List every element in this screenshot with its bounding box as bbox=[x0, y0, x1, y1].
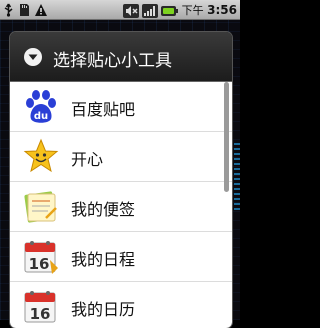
calendar-16-icon: 16 bbox=[22, 288, 60, 326]
list-item-my-notes[interactable]: 我的便签 bbox=[10, 182, 232, 232]
status-bar: 下午 3:56 bbox=[0, 0, 240, 20]
item-label: 我的便签 bbox=[71, 200, 136, 219]
widget-picker-dialog: 选择贴心小工具 du 百度贴吧 开心 我的便签 16 我的日程 16 我的日历 bbox=[10, 32, 232, 328]
chevron-down-circle-icon bbox=[23, 47, 43, 67]
list-scrollbar[interactable] bbox=[224, 82, 229, 192]
dialog-title: 选择贴心小工具 bbox=[53, 51, 172, 71]
item-label: 百度贴吧 bbox=[71, 100, 136, 119]
notification-icons bbox=[2, 2, 47, 17]
signal-icon bbox=[141, 3, 158, 18]
warning-icon bbox=[34, 2, 47, 16]
smiley-star-icon bbox=[22, 138, 60, 176]
item-label: 我的日程 bbox=[71, 250, 136, 269]
svg-text:16: 16 bbox=[29, 255, 50, 273]
usb-icon bbox=[2, 2, 15, 17]
item-label: 开心 bbox=[71, 150, 104, 169]
svg-text:du: du bbox=[34, 111, 48, 122]
system-icons: 下午 3:56 bbox=[122, 1, 237, 19]
item-label: 我的日历 bbox=[71, 300, 136, 319]
list-item-my-schedule[interactable]: 16 我的日程 bbox=[10, 232, 232, 282]
battery-icon bbox=[160, 3, 179, 17]
dialog-header: 选择贴心小工具 bbox=[10, 32, 232, 82]
svg-text:16: 16 bbox=[30, 305, 51, 323]
backdrop-decoration bbox=[234, 140, 240, 210]
mute-icon bbox=[122, 3, 139, 18]
list-item-baidu-tieba[interactable]: du 百度贴吧 bbox=[10, 82, 232, 132]
notepad-icon bbox=[22, 188, 60, 226]
baidu-paw-icon: du bbox=[22, 88, 60, 126]
calendar-16-icon: 16 bbox=[22, 238, 60, 276]
sd-card-icon bbox=[18, 2, 31, 16]
widget-list: du 百度贴吧 开心 我的便签 16 我的日程 16 我的日历 bbox=[10, 82, 232, 328]
list-item-kaixin[interactable]: 开心 bbox=[10, 132, 232, 182]
list-item-my-calendar[interactable]: 16 我的日历 bbox=[10, 282, 232, 328]
clock-period: 下午 bbox=[181, 4, 204, 17]
clock-time: 3:56 bbox=[207, 3, 237, 17]
status-clock: 下午 3:56 bbox=[182, 2, 237, 18]
